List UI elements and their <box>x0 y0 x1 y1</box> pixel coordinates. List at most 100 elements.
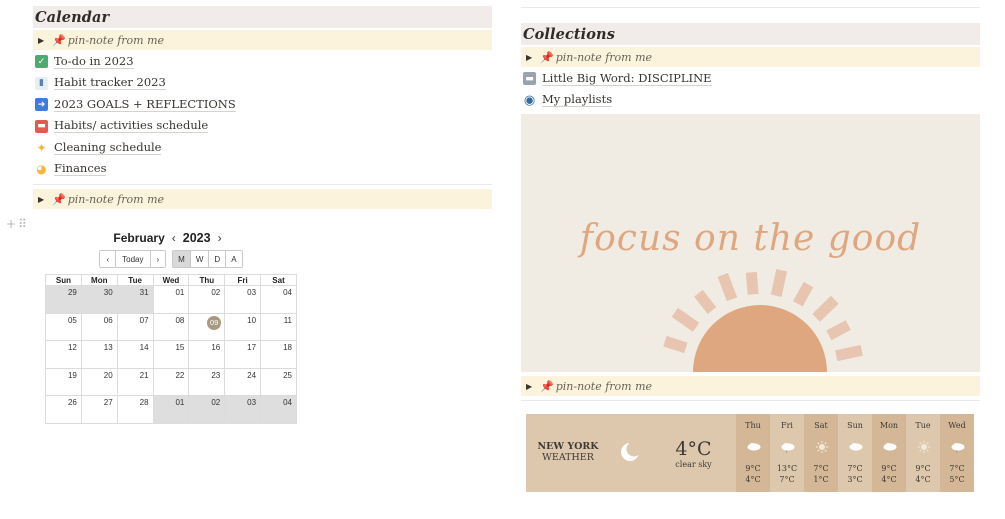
weather-city: NEW YORK WEATHER <box>526 441 610 463</box>
day-number: 30 <box>103 288 113 297</box>
calendar-day-cell[interactable]: 28 <box>116 395 154 424</box>
page-link-label[interactable]: Habits/ activities schedule <box>54 119 209 134</box>
today-button[interactable]: Today <box>116 251 151 267</box>
page-link-0[interactable]: ▬ Little Big Word: DISCIPLINE <box>521 68 980 90</box>
calendar-day-cell[interactable]: 03 <box>224 395 262 424</box>
calendar-day-cell[interactable]: 14 <box>116 340 154 369</box>
pin-note-label: pin-note from me <box>555 379 653 393</box>
day-number: 22 <box>175 370 185 380</box>
calendar-day-cell[interactable]: 29 <box>45 285 82 314</box>
calendar-day-cell[interactable]: 04 <box>260 285 297 314</box>
page-link-label[interactable]: Habit tracker 2023 <box>54 76 166 91</box>
block-handle[interactable]: + ⠿ <box>6 217 29 231</box>
calendar-day-cell[interactable]: 21 <box>116 367 154 396</box>
page-link-label[interactable]: To-do in 2023 <box>54 54 134 69</box>
calendar-day-cell[interactable]: 30 <box>80 285 118 314</box>
plus-icon[interactable]: + <box>6 217 16 231</box>
page-link-1[interactable]: ▮ Habit tracker 2023 <box>33 73 492 95</box>
drag-handle-icon[interactable]: ⠿ <box>18 217 27 231</box>
prev-year-button[interactable]: ‹ <box>172 231 176 245</box>
page-link-label[interactable]: 2023 GOALS + REFLECTIONS <box>54 97 236 112</box>
calendar-day-cell[interactable]: 11 <box>260 312 297 341</box>
bar-chart-icon: ▮ <box>35 76 48 90</box>
toggle-triangle-icon[interactable]: ▶ <box>38 36 52 45</box>
cloud-icon <box>882 441 898 453</box>
day-number: 02 <box>211 288 221 297</box>
calendar-week-row: 26 27 28 01 02 03 04 <box>45 395 297 424</box>
prev-month-button[interactable]: ‹ <box>100 251 117 267</box>
calendar-day-cell[interactable]: 23 <box>188 367 226 396</box>
view-button-d[interactable]: D <box>209 251 227 267</box>
calendar-day-cell[interactable]: 20 <box>80 367 118 396</box>
page-link-label[interactable]: Finances <box>54 162 107 177</box>
calendar-day-cell[interactable]: 16 <box>188 340 226 369</box>
day-number: 04 <box>283 288 292 297</box>
toggle-triangle-icon[interactable]: ▶ <box>38 195 52 204</box>
page-link-label[interactable]: My playlists <box>542 93 613 108</box>
page-link-2[interactable]: ➜ 2023 GOALS + REFLECTIONS <box>33 94 492 116</box>
page-link-label[interactable]: Cleaning schedule <box>54 140 162 155</box>
toggle-triangle-icon[interactable]: ▶ <box>526 53 540 62</box>
pin-note-toggle[interactable]: ▶ 📌 pin-note from me <box>521 47 980 67</box>
calendar-day-cell[interactable]: 03 <box>224 285 262 314</box>
day-number: 03 <box>247 398 257 407</box>
calendar-day-cell[interactable]: 10 <box>224 312 262 341</box>
day-number: 23 <box>211 370 221 380</box>
pushpin-icon: 📌 <box>540 379 554 393</box>
calendar-day-cell[interactable]: 04 <box>260 395 297 424</box>
pin-note-toggle-2[interactable]: ▶ 📌 pin-note from me <box>33 189 492 209</box>
calendar-day-cell[interactable]: 15 <box>152 340 190 369</box>
calendar-day-cell[interactable]: 07 <box>116 312 154 341</box>
next-month-button[interactable]: › <box>150 251 166 267</box>
sun-icon <box>814 440 830 454</box>
weather-widget[interactable]: NEW YORK WEATHER 4°C clear sky Thu 9°C 4°C… <box>526 414 974 492</box>
today-date-marker: 09 <box>207 315 222 330</box>
calendar-day-cell[interactable]: 13 <box>80 340 118 369</box>
calendar-day-cell[interactable]: 19 <box>45 367 82 396</box>
calendar-day-cell[interactable]: 02 <box>188 285 226 314</box>
calendar-day-cell[interactable]: 18 <box>260 340 297 369</box>
page-link-4[interactable]: ✦ Cleaning schedule <box>33 137 492 159</box>
forecast-day: Fri 13°C 7°C <box>770 414 804 492</box>
calendar-day-cell[interactable]: 31 <box>116 285 154 314</box>
calendar-heading-block: Calendar <box>33 6 492 28</box>
calendar-day-cell[interactable]: 01 <box>152 395 190 424</box>
calendar-day-cell[interactable]: 26 <box>45 395 82 424</box>
city-name: NEW YORK <box>537 441 599 452</box>
cloud-icon <box>746 441 762 453</box>
pin-note-toggle[interactable]: ▶ 📌 pin-note from me <box>33 30 492 50</box>
sun-ray <box>745 271 759 295</box>
forecast-day-name: Wed <box>948 421 966 430</box>
forecast-day-name: Tue <box>915 421 931 430</box>
view-button-w[interactable]: W <box>190 251 210 267</box>
calendar-day-cell[interactable]: 02 <box>188 395 226 424</box>
forecast-low: 4°C <box>915 475 931 484</box>
calendar-day-cell[interactable]: 01 <box>152 285 190 314</box>
calendar-day-cell[interactable]: 08 <box>152 312 190 341</box>
calendar-day-cell[interactable]: 06 <box>80 312 118 341</box>
city-subtitle: WEATHER <box>542 452 594 463</box>
page-link-label[interactable]: Little Big Word: DISCIPLINE <box>542 71 712 86</box>
current-desc: clear sky <box>675 460 712 469</box>
day-number: 20 <box>103 370 113 380</box>
page-link-0[interactable]: ✓ To-do in 2023 <box>33 51 492 73</box>
calendar-day-cell[interactable]: 17 <box>224 340 262 369</box>
calendar-day-cell[interactable]: 24 <box>224 367 262 396</box>
view-button-m[interactable]: M <box>173 251 191 267</box>
page-link-5[interactable]: ◕ Finances <box>33 159 492 181</box>
weekday-header: Sat <box>260 274 297 286</box>
page-link-1[interactable]: ◉ My playlists <box>521 90 980 112</box>
pin-note-toggle-2[interactable]: ▶ 📌 pin-note from me <box>521 376 980 396</box>
toggle-triangle-icon[interactable]: ▶ <box>526 382 540 391</box>
calendar-day-cell[interactable]: 12 <box>45 340 82 369</box>
view-button-a[interactable]: A <box>226 251 242 267</box>
calendar-day-cell[interactable]: 09 <box>188 312 226 341</box>
calendar-widget: February ‹ 2023 › ‹ Today › MWDA Sun Mon T… <box>45 229 297 424</box>
next-year-button[interactable]: › <box>218 231 222 245</box>
calendar-day-cell[interactable]: 05 <box>45 312 82 341</box>
page-link-3[interactable]: ▬ Habits/ activities schedule <box>33 116 492 138</box>
calendar-day-cell[interactable]: 25 <box>260 367 297 396</box>
calendar-day-cell[interactable]: 27 <box>80 395 118 424</box>
forecast-day: Mon 9°C 4°C <box>872 414 906 492</box>
calendar-day-cell[interactable]: 22 <box>152 367 190 396</box>
